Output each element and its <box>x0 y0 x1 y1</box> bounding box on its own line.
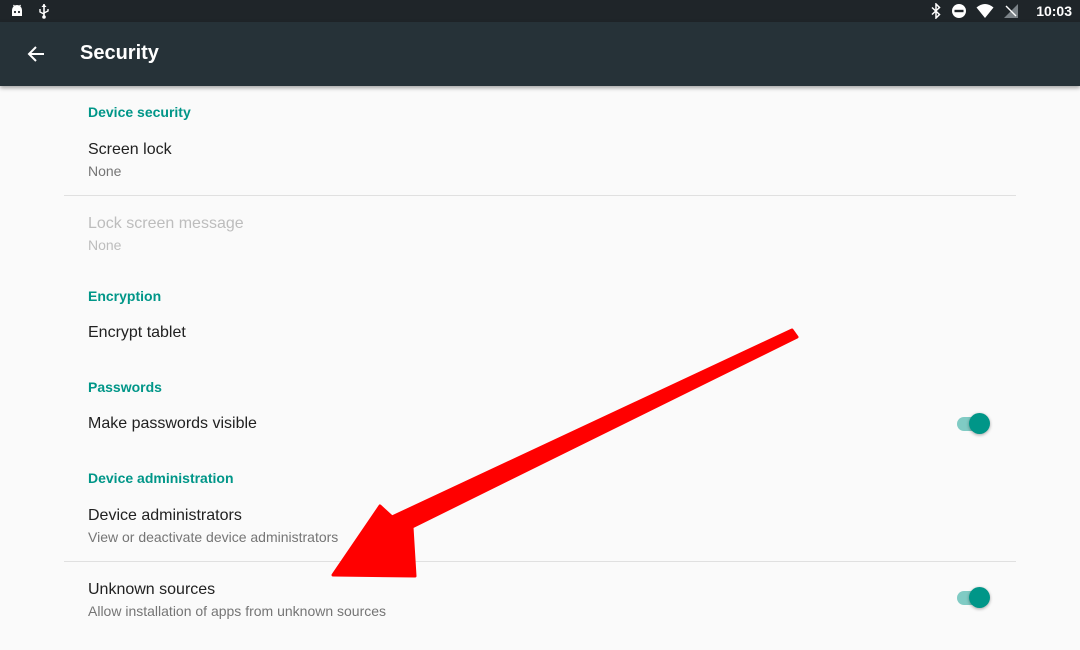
encrypt-tablet-item[interactable]: Encrypt tablet <box>64 318 1016 358</box>
screen-lock-title: Screen lock <box>88 141 172 158</box>
device-administrators-title: Device administrators <box>88 507 242 524</box>
make-passwords-visible-item[interactable]: Make passwords visible <box>64 409 1016 449</box>
usb-icon <box>39 4 49 19</box>
no-signal-icon <box>1004 4 1019 18</box>
android-icon <box>12 4 22 16</box>
unknown-sources-item[interactable]: Unknown sources Allow installation of ap… <box>64 576 1016 632</box>
screen-lock-summary: None <box>88 163 122 179</box>
category-encryption: Encryption <box>88 288 162 304</box>
bluetooth-icon <box>931 3 941 19</box>
app-toolbar: Security <box>0 22 1080 86</box>
make-passwords-visible-switch[interactable] <box>955 412 991 436</box>
back-button[interactable] <box>20 38 52 70</box>
lock-screen-message-summary: None <box>88 237 122 253</box>
lock-screen-message-title: Lock screen message <box>88 215 244 232</box>
screen-lock-item[interactable]: Screen lock None <box>64 136 1016 195</box>
make-passwords-visible-title: Make passwords visible <box>88 415 257 432</box>
settings-list: Device security Screen lock None Lock sc… <box>0 86 1080 650</box>
switch-thumb <box>969 587 990 608</box>
unknown-sources-title: Unknown sources <box>88 581 216 598</box>
page-title: Security <box>80 42 159 64</box>
wifi-icon <box>976 4 994 18</box>
divider <box>64 561 1016 562</box>
status-bar: 10:03 <box>0 0 1080 22</box>
do-not-disturb-icon <box>952 4 967 18</box>
unknown-sources-switch[interactable] <box>955 586 991 610</box>
lock-screen-message-item: Lock screen message None <box>64 210 1016 266</box>
clock: 10:03 <box>1036 3 1072 19</box>
device-administrators-item[interactable]: Device administrators View or deactivate… <box>64 502 1016 561</box>
category-device-administration: Device administration <box>88 470 234 486</box>
switch-thumb <box>969 413 990 434</box>
category-passwords: Passwords <box>88 379 162 395</box>
device-administrators-summary: View or deactivate device administrators <box>88 529 339 545</box>
unknown-sources-summary: Allow installation of apps from unknown … <box>88 603 387 619</box>
category-device-security: Device security <box>88 104 191 120</box>
encrypt-tablet-title: Encrypt tablet <box>88 324 186 341</box>
divider <box>64 195 1016 196</box>
arrow-back-icon <box>27 46 44 62</box>
